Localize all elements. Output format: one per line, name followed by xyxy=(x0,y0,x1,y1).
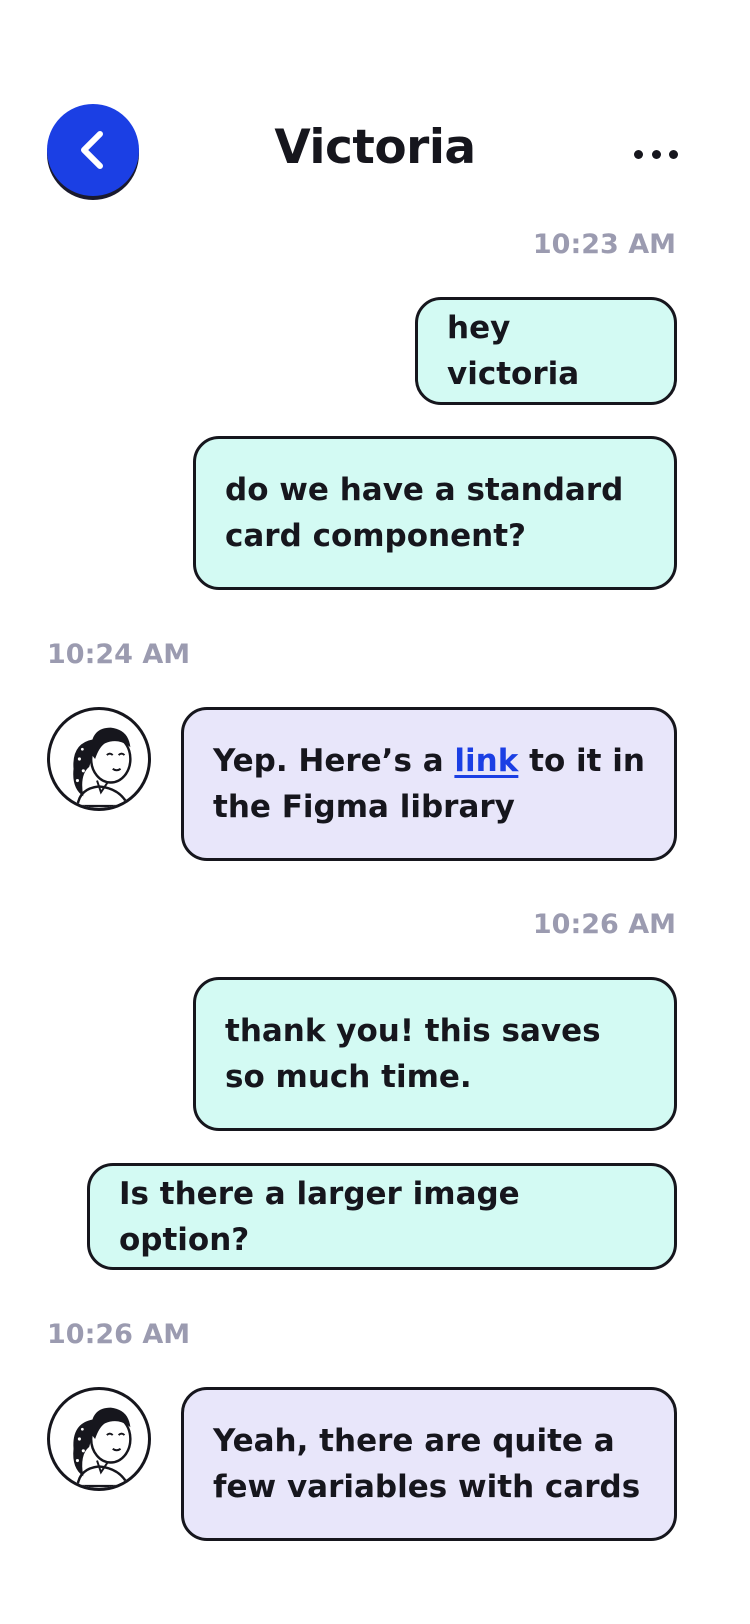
message-text: Yeah, there are quite a few variables wi… xyxy=(213,1423,641,1505)
victoria-avatar[interactable] xyxy=(47,1387,151,1491)
message-text: Is there a larger image option? xyxy=(119,1175,520,1258)
message-text: thank you! this saves so much time. xyxy=(225,1013,601,1095)
message-text: hey victoria xyxy=(447,310,580,392)
message-timestamp: 10:23 AM xyxy=(532,229,676,260)
victoria-avatar[interactable] xyxy=(47,707,151,811)
message-timestamp: 10:24 AM xyxy=(47,639,191,670)
message-text: Yep. Here’s a link to it in the Figma li… xyxy=(213,743,645,825)
figma-library-link[interactable]: link xyxy=(454,743,518,779)
message-text: do we have a standard card component? xyxy=(225,472,624,554)
message-timestamp: 10:26 AM xyxy=(47,1319,191,1350)
more-horizontal-icon xyxy=(634,149,643,159)
avatar-illustration xyxy=(73,1407,132,1488)
sent-message-bubble[interactable]: thank you! this saves so much time. xyxy=(193,977,677,1131)
sent-message-bubble[interactable]: Is there a larger image option? xyxy=(87,1163,677,1270)
received-message-bubble[interactable]: Yep. Here’s a link to it in the Figma li… xyxy=(181,707,677,861)
sent-message-bubble[interactable]: hey victoria xyxy=(415,297,677,405)
avatar-illustration xyxy=(73,727,132,808)
more-options-button[interactable] xyxy=(634,140,678,168)
chat-screen: Victoria 10:23 AM hey victoria do we hav… xyxy=(0,0,750,1624)
received-message-bubble[interactable]: Yeah, there are quite a few variables wi… xyxy=(181,1387,677,1541)
sent-message-bubble[interactable]: do we have a standard card component? xyxy=(193,436,677,590)
message-timestamp: 10:26 AM xyxy=(532,909,676,940)
